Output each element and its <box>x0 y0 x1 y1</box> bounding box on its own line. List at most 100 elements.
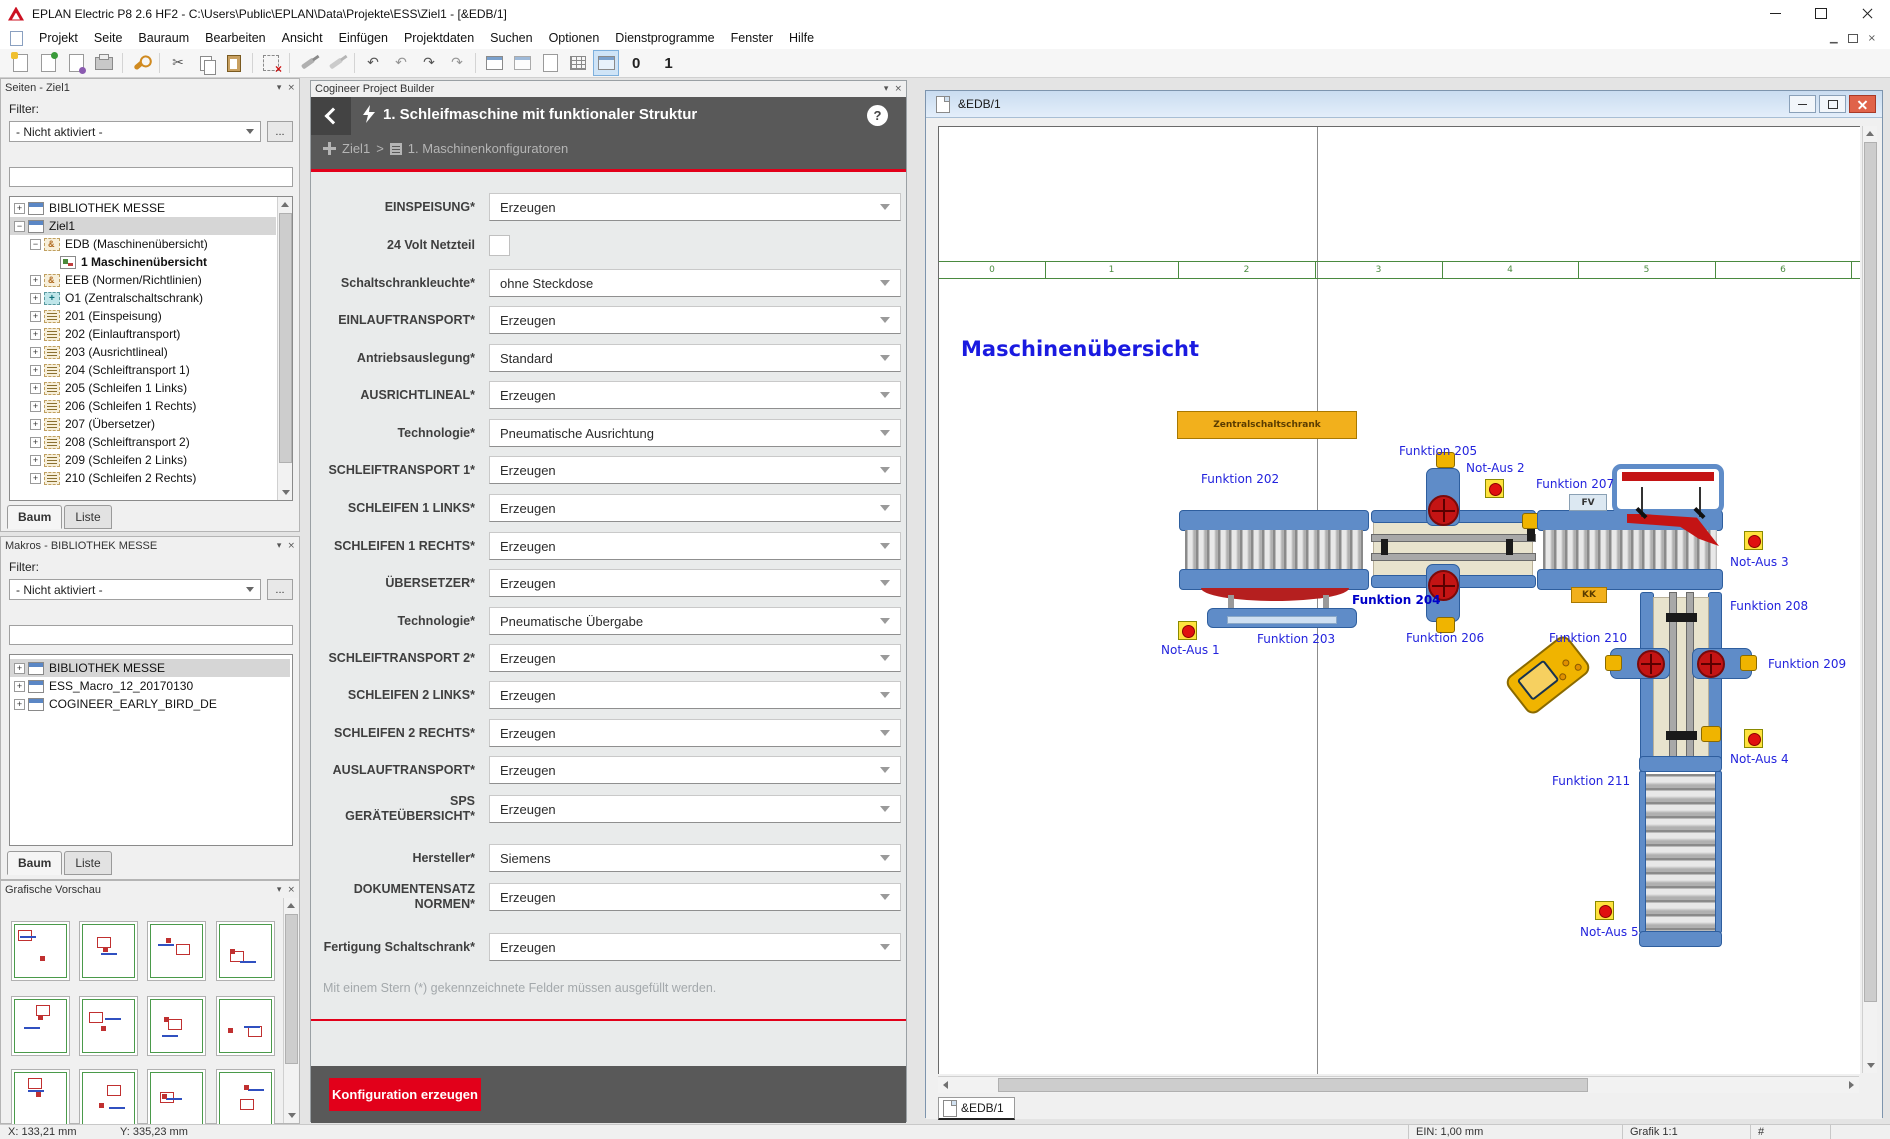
child-minimize-icon[interactable]: ▁ <box>1830 33 1838 44</box>
emergency-stop-icon[interactable] <box>1485 479 1504 498</box>
rail-post[interactable] <box>1381 539 1388 555</box>
child-close-icon[interactable]: × <box>1868 33 1876 44</box>
rail-post[interactable] <box>1527 529 1535 541</box>
emergency-stop-icon[interactable] <box>1178 621 1197 640</box>
tree-row[interactable]: +EEB (Normen/Richtlinien) <box>10 271 276 289</box>
panel-close-icon[interactable]: × <box>287 83 295 93</box>
tree-expander-icon[interactable]: + <box>30 275 41 286</box>
seiten-filter-browse-button[interactable]: ... <box>267 121 293 142</box>
conveyor-211-left-edge[interactable] <box>1639 771 1646 933</box>
select-field-7[interactable]: Erzeugen <box>489 456 901 484</box>
editor-minimize-button[interactable] <box>1789 95 1816 113</box>
drawing-page-title[interactable]: Maschinenübersicht <box>961 337 1199 361</box>
panel-dock-icon[interactable]: ▾ <box>277 885 282 895</box>
page-tab-edb1[interactable]: &EDB/1 <box>938 1097 1015 1120</box>
conveyor-207-bottom-bar[interactable] <box>1537 569 1723 590</box>
rail-clamp[interactable] <box>1666 731 1697 740</box>
diagram-label-not-aus-4[interactable]: Not-Aus 4 <box>1730 752 1789 766</box>
panel-close-icon[interactable]: × <box>287 885 295 895</box>
makros-tab-liste[interactable]: Liste <box>64 851 111 875</box>
preview-thumbnail[interactable] <box>11 1069 70 1129</box>
tree-row[interactable]: +205 (Schleifen 1 Links) <box>10 379 276 397</box>
handheld-control-device[interactable] <box>1503 633 1593 717</box>
tree-expander-icon[interactable]: + <box>30 311 41 322</box>
vertical-unit-knob[interactable] <box>1701 726 1721 742</box>
seiten-tree-scrollbar[interactable] <box>277 197 292 500</box>
select-field-11[interactable]: Pneumatische Übergabe <box>489 607 901 635</box>
panel-dock-icon[interactable]: ▾ <box>277 83 282 93</box>
tree-expander-icon[interactable]: + <box>14 681 25 692</box>
drawing-canvas[interactable]: 0123456 Maschinenübersicht <box>938 126 1860 1074</box>
konfiguration-erzeugen-button[interactable]: Konfiguration erzeugen <box>329 1078 481 1111</box>
checkbox-1[interactable] <box>489 235 510 256</box>
format-brush-apply-button[interactable] <box>323 50 349 76</box>
tree-row[interactable]: +202 (Einlauftransport) <box>10 325 276 343</box>
select-field-14[interactable]: Erzeugen <box>489 719 901 747</box>
open-page-button[interactable] <box>35 50 61 76</box>
settings-wrench-button[interactable] <box>128 50 154 76</box>
delete-selection-button[interactable] <box>258 50 284 76</box>
conveyor-211-rollers[interactable] <box>1646 774 1715 932</box>
preview-thumbnail[interactable] <box>216 996 275 1056</box>
rail-post[interactable] <box>1506 539 1513 555</box>
seiten-filter-combobox[interactable]: - Nicht aktiviert - <box>9 121 261 142</box>
diagram-label-funktion-203[interactable]: Funktion 203 <box>1257 632 1335 646</box>
tree-expander-icon[interactable]: + <box>30 293 41 304</box>
preview-thumbnail[interactable] <box>147 921 206 981</box>
menu-item-seite[interactable]: Seite <box>86 29 131 47</box>
tree-expander-icon[interactable]: + <box>14 203 25 214</box>
select-field-3[interactable]: Erzeugen <box>489 306 901 334</box>
select-field-10[interactable]: Erzeugen <box>489 569 901 597</box>
preview-thumbnail[interactable] <box>11 996 70 1056</box>
tree-expander-icon[interactable]: − <box>30 239 41 250</box>
paste-button[interactable] <box>221 50 247 76</box>
diagram-label-funktion-207[interactable]: Funktion 207 <box>1536 477 1614 491</box>
tree-row[interactable]: +209 (Schleifen 2 Links) <box>10 451 276 469</box>
makros-wert-input[interactable] <box>9 625 293 645</box>
conveyor-202-bottom-bar[interactable] <box>1179 569 1369 590</box>
tree-row[interactable]: +BIBLIOTHEK MESSE <box>10 199 276 217</box>
tree-expander-icon[interactable]: + <box>14 663 25 674</box>
tree-row[interactable]: −EDB (Maschinenübersicht) <box>10 235 276 253</box>
page-properties-button[interactable] <box>63 50 89 76</box>
makros-tab-baum[interactable]: Baum <box>7 851 62 875</box>
diagram-label-not-aus-1[interactable]: Not-Aus 1 <box>1161 643 1220 657</box>
tree-row[interactable]: −Ziel1 <box>10 217 276 235</box>
tree-row[interactable]: +204 (Schleiftransport 1) <box>10 361 276 379</box>
menu-item-einfügen[interactable]: Einfügen <box>331 29 396 47</box>
motor-209-wheel[interactable] <box>1697 650 1725 678</box>
preview-thumbnail[interactable] <box>216 921 275 981</box>
maximize-button[interactable] <box>1798 0 1844 27</box>
tree-expander-icon[interactable]: + <box>30 473 41 484</box>
page-macro-button[interactable] <box>537 50 563 76</box>
graphical-preview-toggle-button[interactable] <box>593 50 619 76</box>
press-unit-207-bar[interactable] <box>1622 472 1714 481</box>
emergency-stop-icon[interactable] <box>1744 531 1763 550</box>
menu-item-projektdaten[interactable]: Projektdaten <box>396 29 482 47</box>
diagram-box-kk[interactable]: KK <box>1571 587 1607 603</box>
menu-item-hilfe[interactable]: Hilfe <box>781 29 822 47</box>
diagram-box-zentralschaltschrank[interactable]: Zentralschaltschrank <box>1177 411 1357 439</box>
diagram-label-funktion-206[interactable]: Funktion 206 <box>1406 631 1484 645</box>
panel-close-icon[interactable]: × <box>287 541 295 551</box>
tree-row[interactable]: +ESS_Macro_12_20170130 <box>10 677 290 695</box>
conveyor-202-top-bar[interactable] <box>1179 510 1369 531</box>
undo-list-button[interactable]: ↶ <box>388 50 414 76</box>
tree-expander-icon[interactable]: − <box>14 221 25 232</box>
select-field-18[interactable]: Erzeugen <box>489 883 901 911</box>
tree-expander-icon[interactable]: + <box>30 437 41 448</box>
select-field-12[interactable]: Erzeugen <box>489 644 901 672</box>
emergency-stop-icon[interactable] <box>1595 901 1614 920</box>
diagram-label-not-aus-3[interactable]: Not-Aus 3 <box>1730 555 1789 569</box>
preview-thumbnail[interactable] <box>79 921 138 981</box>
layer-number-1[interactable]: 1 <box>652 55 684 72</box>
seiten-tab-baum[interactable]: Baum <box>7 505 62 529</box>
print-button[interactable] <box>91 50 117 76</box>
editor-close-button[interactable] <box>1849 95 1876 113</box>
format-brush-button[interactable] <box>295 50 321 76</box>
select-field-2[interactable]: ohne Steckdose <box>489 269 901 297</box>
diagram-label-funktion-208[interactable]: Funktion 208 <box>1730 599 1808 613</box>
select-field-5[interactable]: Erzeugen <box>489 381 901 409</box>
tree-row[interactable]: +COGINEER_EARLY_BIRD_DE <box>10 695 290 713</box>
menu-item-bearbeiten[interactable]: Bearbeiten <box>197 29 273 47</box>
